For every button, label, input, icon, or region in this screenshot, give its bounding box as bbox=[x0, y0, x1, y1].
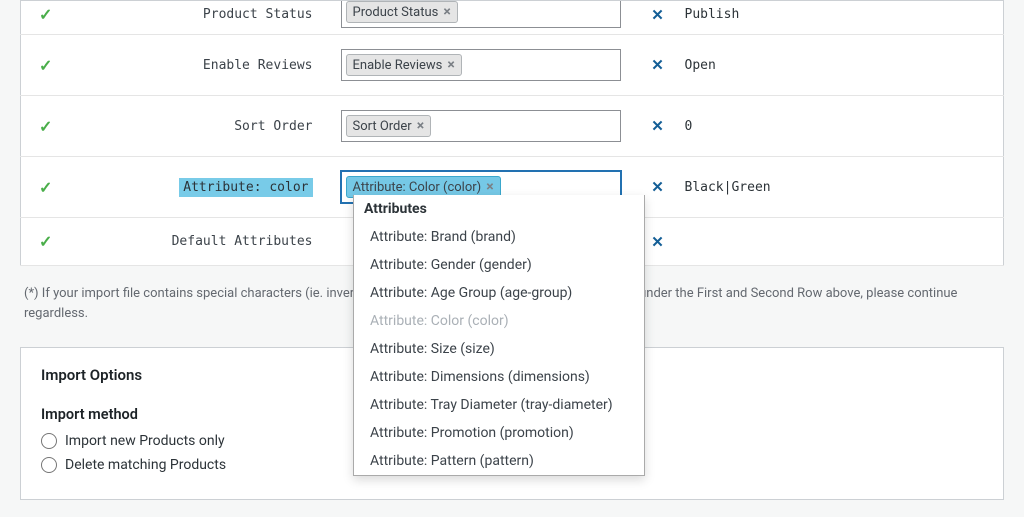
chip-label: Enable Reviews bbox=[353, 58, 443, 73]
clear-icon[interactable]: ✕ bbox=[651, 233, 664, 251]
clear-icon[interactable]: ✕ bbox=[651, 178, 664, 196]
check-icon: ✓ bbox=[39, 117, 52, 136]
mapping-row: ✓ Enable Reviews Enable Reviews × ✕ Open bbox=[21, 35, 1004, 96]
dropdown-option[interactable]: Attribute: Age Group (age-group) bbox=[354, 279, 644, 307]
chip-label: Product Status bbox=[353, 5, 439, 20]
dropdown-option: Attribute: Color (color) bbox=[354, 307, 644, 335]
chip-label: Sort Order bbox=[353, 119, 412, 134]
check-icon: ✓ bbox=[39, 232, 52, 251]
tag-input[interactable]: Sort Order × bbox=[341, 110, 621, 142]
clear-icon[interactable]: ✕ bbox=[651, 56, 664, 74]
radio-label: Delete matching Products bbox=[65, 457, 226, 473]
sample-value: Open bbox=[675, 35, 1004, 96]
chip-remove-icon[interactable]: × bbox=[417, 118, 424, 134]
selected-chip[interactable]: Enable Reviews × bbox=[346, 54, 462, 76]
check-icon: ✓ bbox=[39, 178, 52, 197]
dropdown-option[interactable]: Attribute: Brand (brand) bbox=[354, 223, 644, 251]
radio-label: Import new Products only bbox=[65, 433, 225, 449]
row-label: Enable Reviews bbox=[203, 58, 313, 73]
sample-value bbox=[675, 218, 1004, 266]
dropdown-group-label: Attributes bbox=[354, 195, 644, 223]
chip-remove-icon[interactable]: × bbox=[486, 179, 493, 195]
sample-value: Black|Green bbox=[675, 157, 1004, 218]
clear-icon[interactable]: ✕ bbox=[651, 117, 664, 135]
dropdown-option[interactable]: Attribute: Gender (gender) bbox=[354, 251, 644, 279]
chip-remove-icon[interactable]: × bbox=[447, 57, 454, 73]
dropdown-option[interactable]: Attribute: Size (size) bbox=[354, 335, 644, 363]
selected-chip[interactable]: Sort Order × bbox=[346, 115, 432, 137]
sample-value: 0 bbox=[675, 96, 1004, 157]
attribute-dropdown[interactable]: Attributes Attribute: Brand (brand)Attri… bbox=[353, 195, 645, 476]
tag-input[interactable]: Enable Reviews × bbox=[341, 49, 621, 81]
tag-input[interactable]: Product Status × bbox=[341, 1, 621, 28]
mapping-row: ✓ Sort Order Sort Order × ✕ 0 bbox=[21, 96, 1004, 157]
row-label: Default Attributes bbox=[172, 234, 313, 249]
radio-input[interactable] bbox=[41, 457, 57, 473]
chip-remove-icon[interactable]: × bbox=[443, 4, 450, 20]
dropdown-option[interactable]: Attribute: Pattern (pattern) bbox=[354, 447, 644, 475]
clear-icon[interactable]: ✕ bbox=[651, 6, 664, 24]
chip-label: Attribute: Color (color) bbox=[353, 180, 482, 195]
check-icon: ✓ bbox=[39, 56, 52, 75]
check-icon: ✓ bbox=[39, 5, 52, 24]
mapping-row: ✓ Product Status Product Status × ✕ Publish bbox=[21, 1, 1004, 35]
selected-chip[interactable]: Product Status × bbox=[346, 1, 458, 23]
dropdown-option[interactable]: Attribute: Promotion (promotion) bbox=[354, 419, 644, 447]
sample-value: Publish bbox=[675, 1, 1004, 35]
radio-input[interactable] bbox=[41, 433, 57, 449]
dropdown-option[interactable]: Attribute: Dimensions (dimensions) bbox=[354, 363, 644, 391]
row-label: Sort Order bbox=[234, 119, 312, 134]
row-label: Product Status bbox=[203, 7, 313, 22]
row-label: Attribute: color bbox=[179, 178, 312, 197]
dropdown-option[interactable]: Attribute: Tray Diameter (tray-diameter) bbox=[354, 391, 644, 419]
